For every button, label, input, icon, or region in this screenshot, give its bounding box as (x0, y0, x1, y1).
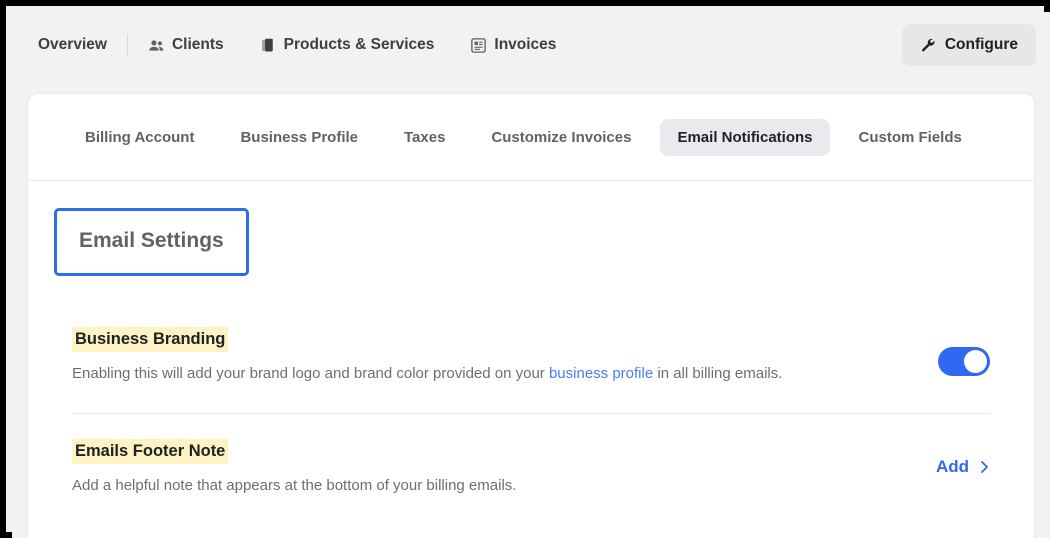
business-branding-description: Enabling this will add your brand logo a… (72, 364, 990, 384)
nav-item-invoices[interactable]: Invoices (470, 36, 556, 54)
emails-footer-note-label: Emails Footer Note (72, 439, 229, 464)
tab-business-profile-label: Business Profile (240, 128, 358, 146)
tab-email-notifications[interactable]: Email Notifications (660, 118, 830, 156)
business-branding-desc-after: in all billing emails. (653, 364, 783, 382)
tab-billing-account[interactable]: Billing Account (68, 119, 211, 156)
wrench-icon (920, 37, 936, 53)
page-title-focus-ring: Email Settings (54, 208, 249, 276)
app-page: Overview Clients Products & Services Inv… (12, 12, 1050, 538)
nav-item-products-services-label: Products & Services (283, 36, 435, 53)
toggle-knob (964, 350, 987, 373)
tab-taxes[interactable]: Taxes (387, 119, 462, 156)
nav-item-products-services[interactable]: Products & Services (260, 36, 435, 54)
products-box-icon (260, 37, 277, 54)
page-title: Email Settings (61, 215, 242, 269)
setting-row-emails-footer-note: Emails Footer Note Add a helpful note th… (72, 439, 990, 495)
configure-button[interactable]: Configure (901, 24, 1036, 66)
people-icon (148, 37, 165, 54)
nav-separator (126, 34, 128, 56)
business-branding-toggle[interactable] (938, 347, 990, 376)
top-navigation-bar: Overview Clients Products & Services Inv… (12, 12, 1050, 94)
add-footer-note-button[interactable]: Add (936, 457, 990, 477)
setting-row-divider (72, 413, 990, 414)
tab-email-notifications-label: Email Notifications (677, 128, 813, 146)
add-footer-note-label: Add (935, 457, 969, 476)
tab-custom-fields[interactable]: Custom Fields (842, 119, 979, 156)
nav-item-invoices-label: Invoices (494, 36, 557, 53)
tab-customize-invoices[interactable]: Customize Invoices (474, 119, 648, 156)
business-branding-label: Business Branding (72, 327, 229, 352)
chevron-right-icon (979, 460, 990, 474)
tab-bar-divider (28, 180, 1034, 181)
tab-business-profile[interactable]: Business Profile (223, 119, 375, 156)
invoice-document-icon (470, 37, 487, 54)
tab-custom-fields-label: Custom Fields (858, 128, 962, 146)
settings-tab-bar: Billing Account Business Profile Taxes C… (28, 94, 1034, 180)
setting-row-business-branding: Business Branding Enabling this will add… (72, 327, 990, 383)
configure-button-label: Configure (944, 36, 1018, 53)
settings-card: Billing Account Business Profile Taxes C… (28, 94, 1034, 538)
business-profile-link[interactable]: business profile (549, 365, 653, 382)
nav-item-overview-label: Overview (38, 36, 107, 53)
emails-footer-note-description: Add a helpful note that appears at the b… (72, 476, 517, 494)
screenshot-frame: Overview Clients Products & Services Inv… (0, 0, 1050, 538)
nav-item-overview[interactable]: Overview (38, 36, 107, 54)
nav-item-clients-label: Clients (171, 36, 224, 53)
nav-item-clients[interactable]: Clients (148, 36, 224, 54)
tab-billing-account-label: Billing Account (85, 128, 195, 146)
tab-customize-invoices-label: Customize Invoices (491, 128, 632, 146)
tab-taxes-label: Taxes (404, 128, 446, 146)
business-branding-desc-before: Enabling this will add your brand logo a… (72, 364, 549, 382)
